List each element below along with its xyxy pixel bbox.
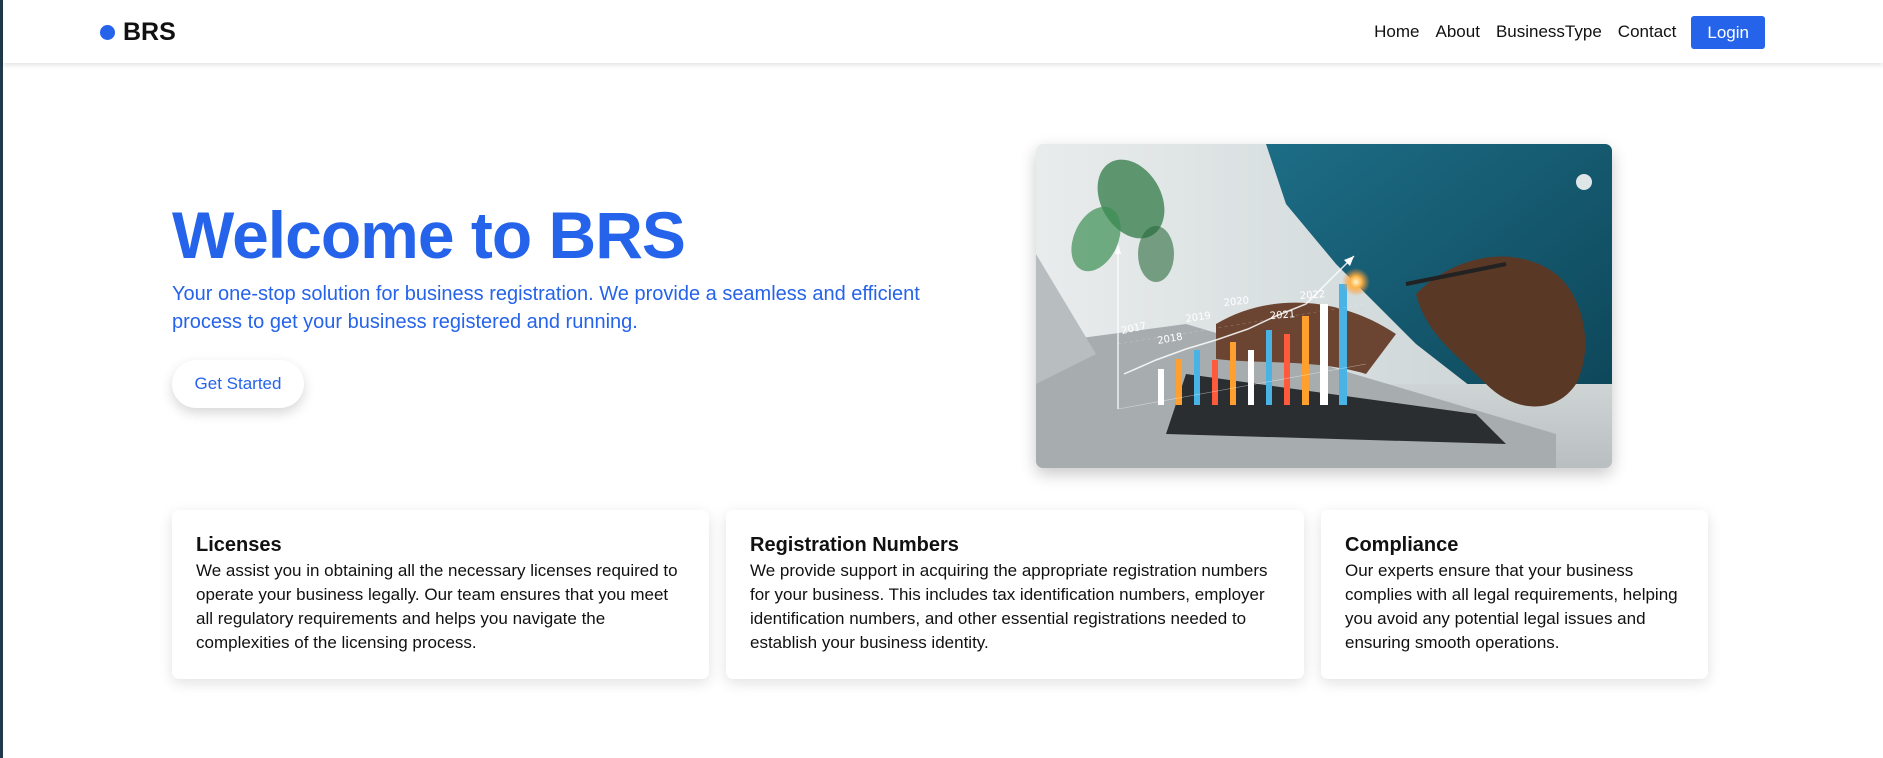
feature-card-title: Compliance bbox=[1345, 534, 1459, 556]
feature-card-title: Licenses bbox=[196, 534, 282, 556]
nav-link-business-type[interactable]: BusinessType bbox=[1496, 20, 1602, 44]
brand-dot-icon bbox=[100, 24, 115, 40]
get-started-button[interactable]: Get Started bbox=[172, 360, 304, 408]
feature-card-licenses: Licenses We assist you in obtaining all … bbox=[172, 510, 709, 679]
brand-logo[interactable]: BRS bbox=[100, 19, 176, 45]
feature-card-text: We assist you in obtaining all the neces… bbox=[196, 561, 678, 652]
nav-link-about[interactable]: About bbox=[1436, 20, 1480, 44]
hero-image: 2017 2018 2019 2020 2021 2022 bbox=[1036, 144, 1612, 468]
navbar: BRS Home About BusinessType Contact Logi… bbox=[3, 0, 1883, 63]
window-edge bbox=[0, 0, 3, 758]
laptop-growth-chart-photo: 2017 2018 2019 2020 2021 2022 bbox=[1036, 144, 1612, 468]
svg-text:2021: 2021 bbox=[1269, 309, 1295, 322]
nav-link-contact[interactable]: Contact bbox=[1618, 20, 1677, 44]
login-button[interactable]: Login bbox=[1691, 15, 1765, 49]
page: BRS Home About BusinessType Contact Logi… bbox=[0, 0, 1883, 758]
svg-text:2022: 2022 bbox=[1299, 289, 1325, 302]
nav-link-home[interactable]: Home bbox=[1374, 20, 1419, 44]
hero-subtitle: Your one-stop solution for business regi… bbox=[172, 283, 920, 333]
feature-card-text: Our experts ensure that your business co… bbox=[1345, 561, 1678, 652]
feature-card-title: Registration Numbers bbox=[750, 534, 959, 556]
brand-name: BRS bbox=[123, 18, 176, 46]
feature-card-text: We provide support in acquiring the appr… bbox=[750, 561, 1268, 652]
nav-menu: Home About BusinessType Contact Login bbox=[1358, 15, 1765, 49]
feature-card-registration-numbers: Registration Numbers We provide support … bbox=[726, 510, 1304, 679]
hero-title: Welcome to BRS bbox=[172, 198, 686, 272]
feature-card-compliance: Compliance Our experts ensure that your … bbox=[1321, 510, 1708, 679]
